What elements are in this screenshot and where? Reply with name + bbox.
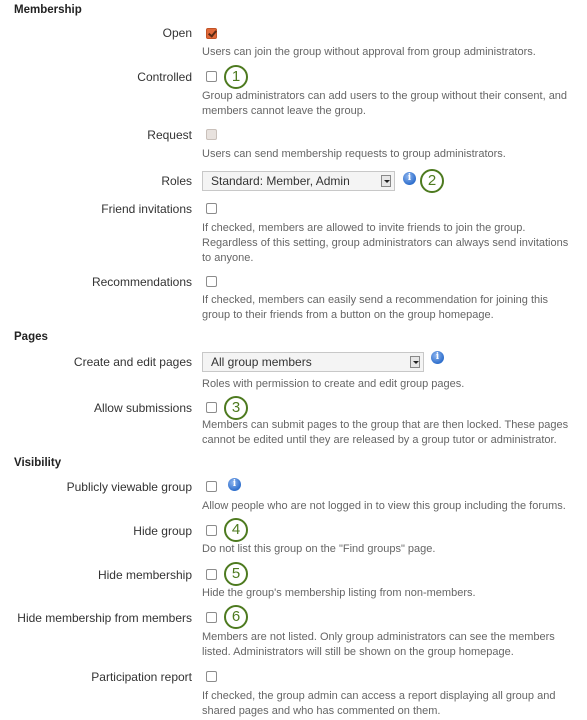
participation-report-description: If checked, the group admin can access a… <box>202 690 556 717</box>
open-description: Users can join the group without approva… <box>202 46 536 58</box>
create-edit-pages-description: Roles with permission to create and edit… <box>202 378 465 390</box>
hide-membership-description: Hide the group's membership listing from… <box>202 587 476 599</box>
recommendations-checkbox[interactable] <box>206 276 217 287</box>
callout-4: 4 <box>224 518 248 542</box>
allow-submissions-description: Members can submit pages to the group th… <box>202 419 569 446</box>
hide-group-checkbox[interactable] <box>206 525 217 536</box>
hide-group-description: Do not list this group on the "Find grou… <box>202 543 436 555</box>
callout-5: 5 <box>224 562 248 586</box>
info-icon[interactable]: i <box>228 478 241 491</box>
open-label: Open <box>162 26 192 40</box>
info-icon[interactable]: i <box>403 172 416 185</box>
request-label: Request <box>147 128 192 142</box>
callout-6: 6 <box>224 605 248 629</box>
friend-invitations-checkbox[interactable] <box>206 203 217 214</box>
hide-membership-members-checkbox[interactable] <box>206 612 217 623</box>
callout-2: 2 <box>420 169 444 193</box>
chevron-down-icon <box>381 175 391 187</box>
friend-invitations-description: If checked, members are allowed to invit… <box>202 222 569 264</box>
participation-report-checkbox[interactable] <box>206 671 217 682</box>
roles-select-value: Standard: Member, Admin <box>211 174 350 188</box>
recommendations-description: If checked, members can easily send a re… <box>202 294 549 321</box>
allow-submissions-checkbox[interactable] <box>206 402 217 413</box>
hide-membership-label: Hide membership <box>97 568 192 582</box>
controlled-checkbox[interactable] <box>206 71 217 82</box>
hide-membership-members-label: Hide membership from members <box>17 611 192 625</box>
info-icon[interactable]: i <box>431 351 444 364</box>
open-checkbox[interactable] <box>206 28 217 39</box>
create-edit-pages-label: Create and edit pages <box>73 355 192 369</box>
callout-3: 3 <box>224 396 248 420</box>
hide-group-label: Hide group <box>133 524 192 538</box>
create-edit-pages-select-value: All group members <box>211 355 312 369</box>
publicly-viewable-checkbox[interactable] <box>206 481 217 492</box>
chevron-down-icon <box>410 356 420 368</box>
section-title-membership: Membership <box>14 4 82 16</box>
hide-membership-checkbox[interactable] <box>206 569 217 580</box>
roles-label: Roles <box>161 174 192 188</box>
section-title-pages: Pages <box>14 331 48 343</box>
publicly-viewable-label: Publicly viewable group <box>66 480 192 494</box>
friend-invitations-label: Friend invitations <box>101 202 192 216</box>
recommendations-label: Recommendations <box>91 275 192 289</box>
controlled-label: Controlled <box>137 70 192 84</box>
create-edit-pages-select[interactable]: All group members <box>202 352 424 372</box>
callout-1: 1 <box>224 65 248 89</box>
section-title-visibility: Visibility <box>14 457 62 469</box>
hide-membership-members-description: Members are not listed. Only group admin… <box>202 631 555 658</box>
request-checkbox[interactable] <box>206 129 217 140</box>
controlled-description: Group administrators can add users to th… <box>202 90 568 117</box>
request-description: Users can send membership requests to gr… <box>202 148 506 160</box>
publicly-viewable-description: Allow people who are not logged in to vi… <box>202 500 566 512</box>
roles-select[interactable]: Standard: Member, Admin <box>202 171 395 191</box>
allow-submissions-label: Allow submissions <box>93 401 192 415</box>
participation-report-label: Participation report <box>91 670 192 684</box>
